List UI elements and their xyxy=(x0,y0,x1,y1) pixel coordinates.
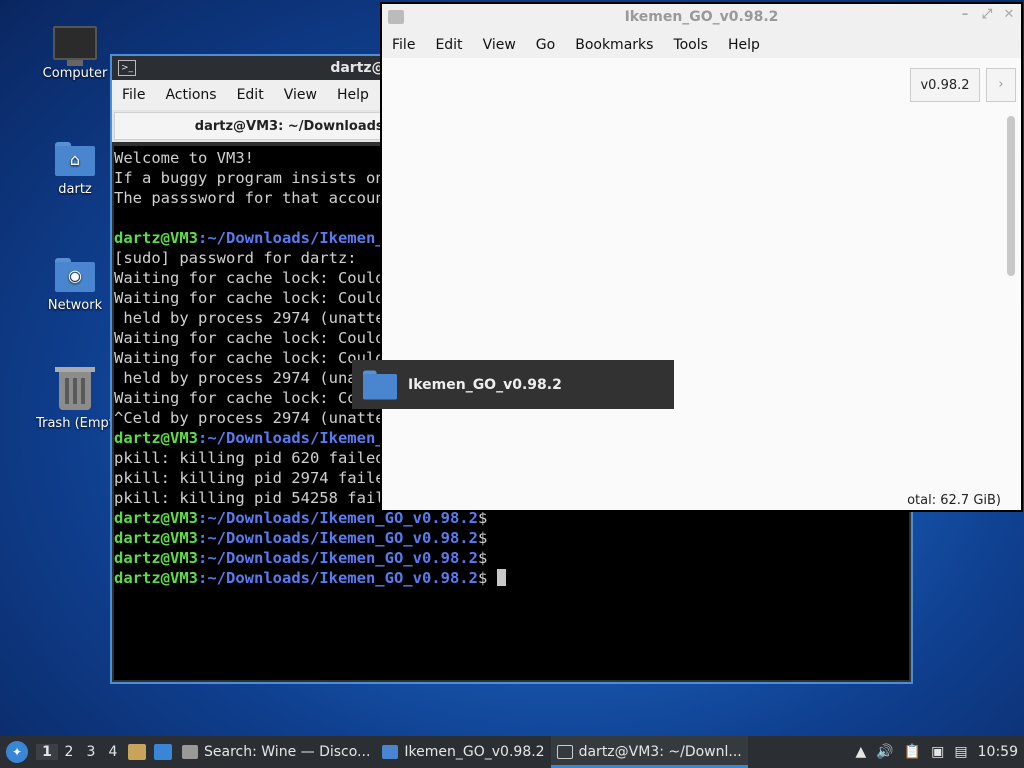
minimize-icon[interactable]: – xyxy=(957,7,973,23)
status-bar: otal: 62.7 GiB) xyxy=(907,493,1001,508)
menu-help[interactable]: Help xyxy=(718,37,770,53)
system-tray: ▲ 🔊 📋 ▣ ▤ 10:59 xyxy=(856,744,1024,760)
taskbar: ✦ 1 2 3 4 Search: Wine — Disco... Ikemen… xyxy=(0,736,1024,768)
search-app-icon xyxy=(182,745,198,759)
prompt-user: dartz@VM3 xyxy=(114,509,198,527)
clock[interactable]: 10:59 xyxy=(978,744,1018,760)
desktop-icon-label: Network xyxy=(47,298,103,313)
desktop-icon-home[interactable]: ⌂ dartz xyxy=(30,142,120,197)
menu-edit[interactable]: Edit xyxy=(227,87,274,103)
drag-tooltip-label: Ikemen_GO_v0.98.2 xyxy=(408,376,562,393)
menu-file[interactable]: File xyxy=(112,87,155,103)
drag-tooltip: Ikemen_GO_v0.98.2 xyxy=(352,360,674,409)
chevron-right-icon[interactable]: › xyxy=(986,68,1016,102)
folder-icon xyxy=(382,745,399,759)
computer-icon xyxy=(53,26,97,66)
menu-edit[interactable]: Edit xyxy=(425,37,472,53)
menu-bookmarks[interactable]: Bookmarks xyxy=(565,37,663,53)
network-folder-icon: ◉ xyxy=(55,258,95,292)
menu-file[interactable]: File xyxy=(382,37,425,53)
desktop-icon-label: dartz xyxy=(58,182,92,197)
task-search-wine[interactable]: Search: Wine — Disco... xyxy=(176,736,376,768)
menu-view[interactable]: View xyxy=(473,37,526,53)
desktop-icon-trash[interactable]: Trash (Empt xyxy=(30,367,120,431)
file-manager-window[interactable]: Ikemen_GO_v0.98.2 – ⤢ ✕ File Edit View G… xyxy=(380,2,1023,512)
command-text: $ xyxy=(477,529,488,547)
folder-icon xyxy=(363,370,397,399)
desktop-icon-computer[interactable]: Computer xyxy=(30,26,120,81)
prompt-user: dartz@VM3 xyxy=(114,549,198,567)
workspace-1[interactable]: 1 xyxy=(36,744,58,760)
prompt-user: dartz@VM3 xyxy=(114,529,198,547)
window-title: Ikemen_GO_v0.98.2 xyxy=(624,9,779,25)
desktop-icon-label: Computer xyxy=(42,66,108,81)
update-icon[interactable]: ▲ xyxy=(856,744,867,760)
network-icon[interactable]: ▣ xyxy=(931,744,944,760)
workspace-4[interactable]: 4 xyxy=(102,744,124,760)
task-terminal[interactable]: dartz@VM3: ~/Downl... xyxy=(550,736,748,768)
task-label: dartz@VM3: ~/Downl... xyxy=(578,744,742,760)
volume-icon[interactable]: 🔊 xyxy=(876,744,893,760)
terminal-line: dartz@VM3:~/Downloads/Ikemen_GO_v0.98.2$ xyxy=(114,528,909,548)
maximize-icon[interactable]: ⤢ xyxy=(979,7,995,23)
workspace-3[interactable]: 3 xyxy=(80,744,102,760)
command-text: $ xyxy=(477,569,497,587)
menu-view[interactable]: View xyxy=(274,87,327,103)
scrollbar[interactable] xyxy=(1007,116,1015,276)
prompt-path: :~/Downloads/Ikemen_GO_v0.98.2 xyxy=(198,569,478,587)
command-text: $ xyxy=(477,549,488,567)
trash-icon xyxy=(55,367,95,410)
task-label: Ikemen_GO_v0.98.2 xyxy=(404,744,545,760)
file-manager-titlebar[interactable]: Ikemen_GO_v0.98.2 – ⤢ ✕ xyxy=(382,4,1021,32)
cursor xyxy=(496,569,506,586)
task-file-manager[interactable]: Ikemen_GO_v0.98.2 xyxy=(376,736,550,768)
menu-help[interactable]: Help xyxy=(327,87,379,103)
prompt-path: :~/Downloads/Ikemen_GO_v0.98.2 xyxy=(198,529,478,547)
notification-icon[interactable]: ▤ xyxy=(954,744,967,760)
terminal-line: dartz@VM3:~/Downloads/Ikemen_GO_v0.98.2$ xyxy=(114,548,909,568)
terminal-line: dartz@VM3:~/Downloads/Ikemen_GO_v0.98.2$ xyxy=(114,568,909,588)
home-folder-icon: ⌂ xyxy=(55,142,95,176)
file-manager-menubar: File Edit View Go Bookmarks Tools Help xyxy=(382,32,1021,58)
start-menu-icon[interactable]: ✦ xyxy=(6,741,28,763)
prompt-user: dartz@VM3 xyxy=(114,429,198,447)
clipboard-icon[interactable]: 📋 xyxy=(904,744,921,760)
prompt-user: dartz@VM3 xyxy=(114,569,198,587)
task-label: Search: Wine — Disco... xyxy=(204,744,371,760)
desktop-icon-network[interactable]: ◉ Network xyxy=(30,258,120,313)
menu-go[interactable]: Go xyxy=(526,37,565,53)
terminal-icon xyxy=(556,745,573,759)
show-desktop-icon[interactable] xyxy=(154,744,172,760)
close-icon[interactable]: ✕ xyxy=(1001,7,1017,23)
desktop-icon-label: Trash (Empt xyxy=(36,416,114,431)
path-button[interactable]: v0.98.2 xyxy=(910,68,980,102)
file-manager-launcher-icon[interactable] xyxy=(128,744,146,760)
menu-tools[interactable]: Tools xyxy=(663,37,718,53)
prompt-user: dartz@VM3 xyxy=(114,229,198,247)
prompt-path: :~/Downloads/Ikemen_GO_v0.98.2 xyxy=(198,549,478,567)
workspace-2[interactable]: 2 xyxy=(58,744,80,760)
menu-actions[interactable]: Actions xyxy=(155,87,226,103)
